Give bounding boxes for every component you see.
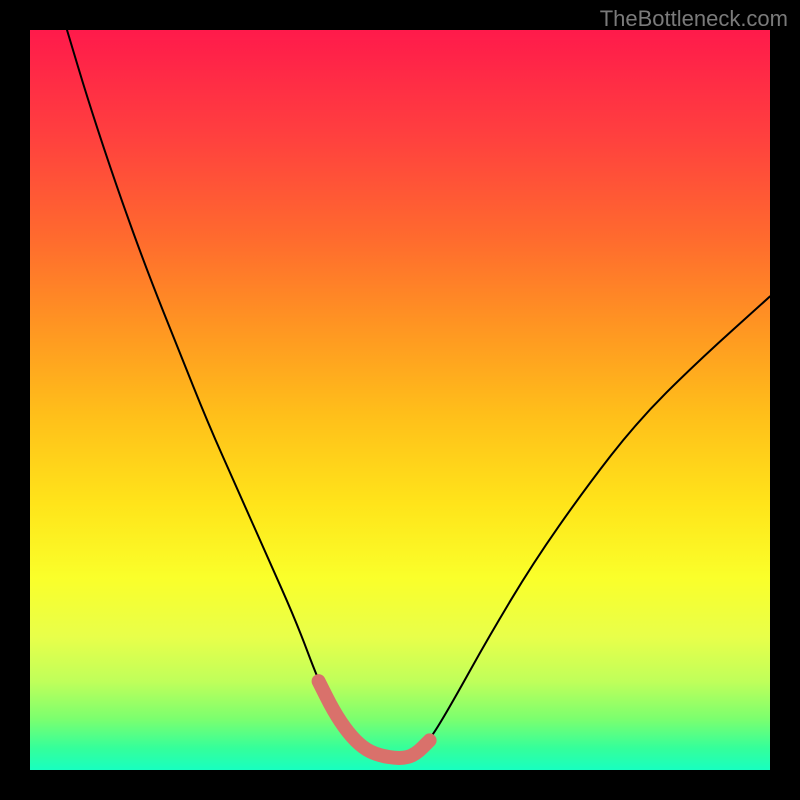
- watermark-text: TheBottleneck.com: [600, 6, 788, 32]
- chart-container: TheBottleneck.com: [0, 0, 800, 800]
- highlight-segment: [319, 681, 430, 758]
- bottleneck-curve: [67, 30, 770, 758]
- curve-layer: [30, 30, 770, 770]
- plot-area: [30, 30, 770, 770]
